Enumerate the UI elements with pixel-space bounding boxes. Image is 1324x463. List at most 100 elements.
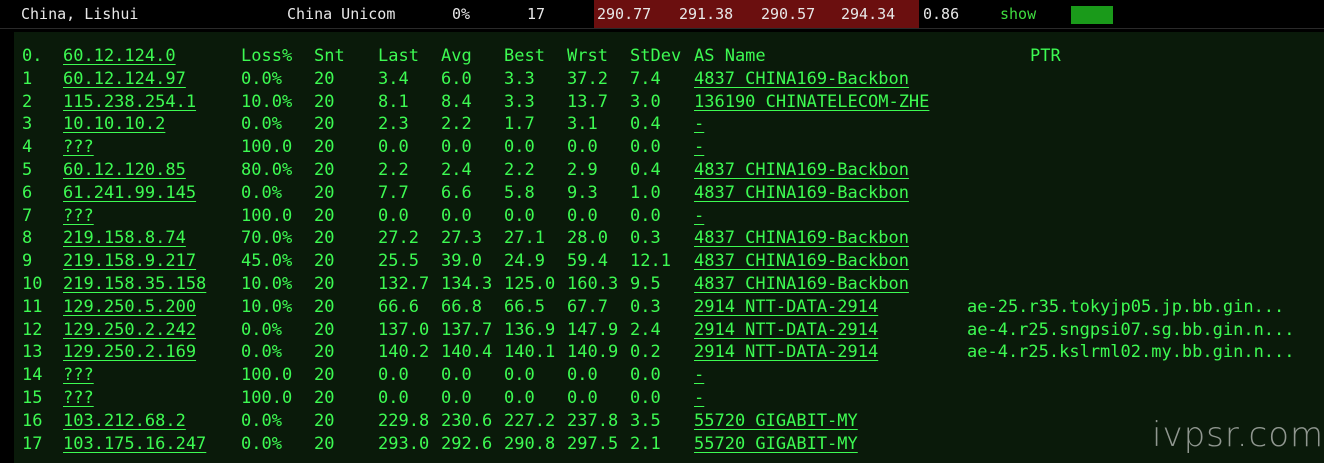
row-7-as[interactable]: - <box>694 206 704 226</box>
row-12-snt: 20 <box>314 319 335 340</box>
header-last: Last <box>378 46 419 66</box>
row-6-snt: 20 <box>314 182 335 203</box>
row-1-host[interactable]: 60.12.124.97 <box>63 69 186 89</box>
row-14-idx: 14 <box>22 365 43 386</box>
row-2-host[interactable]: 115.238.254.1 <box>63 92 196 112</box>
row-12-loss: 0.0% <box>241 319 282 340</box>
row-2-snt: 20 <box>314 91 335 112</box>
row-6-wrst: 9.3 <box>567 182 598 203</box>
row-3-stdev: 0.4 <box>630 114 661 135</box>
row-10-host[interactable]: 219.158.35.158 <box>63 274 206 294</box>
header-as: AS Name <box>694 46 766 66</box>
row-11-as[interactable]: 2914 NTT-DATA-2914 <box>694 297 878 317</box>
isp-label: China Unicom <box>287 5 396 23</box>
row-12-host[interactable]: 129.250.2.242 <box>63 320 196 340</box>
row-10-stdev: 9.5 <box>630 274 661 294</box>
row-8-stdev: 0.3 <box>630 228 661 249</box>
row-5-loss: 80.0% <box>241 160 293 180</box>
row-16-as[interactable]: 55720 GIGABIT-MY <box>694 411 858 431</box>
row-3-as[interactable]: - <box>694 114 704 134</box>
row-7-avg: 0.0 <box>441 205 472 226</box>
row-9-snt: 20 <box>314 251 335 272</box>
summary-bar: China, Lishui China Unicom 0% 17 290.77 … <box>0 0 1324 29</box>
row-2-last: 8.1 <box>378 91 409 112</box>
row-14-as[interactable]: - <box>694 365 704 385</box>
row-4-host[interactable]: ??? <box>63 137 94 157</box>
row-8-host[interactable]: 219.158.8.74 <box>63 228 186 248</box>
row-16-loss: 0.0% <box>241 410 282 431</box>
row-4-idx: 4 <box>22 137 33 158</box>
row-1-as[interactable]: 4837 CHINA169-Backbon <box>694 69 909 89</box>
row-4-snt: 20 <box>314 137 335 158</box>
row-13-host[interactable]: 129.250.2.169 <box>63 342 196 362</box>
row-5-as[interactable]: 4837 CHINA169-Backbon <box>694 160 909 180</box>
row-17-stdev: 2.1 <box>630 433 661 454</box>
mtr-results-panel: 0. 60.12.124.0 Loss% Snt Last Avg Best Wrst StDe… <box>14 32 1324 463</box>
show-link[interactable]: show <box>1000 5 1036 23</box>
row-8-as[interactable]: 4837 CHINA169-Backbon <box>694 228 909 248</box>
row-4-best: 0.0 <box>504 137 535 158</box>
row-2-as[interactable]: 136190 CHINATELECOM-ZHE <box>694 92 929 112</box>
row-6-avg: 6.6 <box>441 182 472 203</box>
row-12-best: 136.9 <box>504 319 556 340</box>
row-11-host[interactable]: 129.250.5.200 <box>63 297 196 317</box>
row-7-loss: 100.0 <box>241 205 293 226</box>
row-2-best: 3.3 <box>504 91 535 112</box>
row-16-last: 229.8 <box>378 410 430 431</box>
row-6-host[interactable]: 61.241.99.145 <box>63 183 196 203</box>
row-7-idx: 7 <box>22 205 33 226</box>
row-4-as[interactable]: - <box>694 137 704 157</box>
row-3-best: 1.7 <box>504 114 535 135</box>
row-11-last: 66.6 <box>378 296 419 317</box>
row-5-host[interactable]: 60.12.120.85 <box>63 160 186 180</box>
row-17-loss: 0.0% <box>241 433 282 454</box>
row-7-snt: 20 <box>314 205 335 226</box>
row-4-wrst: 0.0 <box>567 137 598 158</box>
row-9-as[interactable]: 4837 CHINA169-Backbon <box>694 251 909 271</box>
row-7-last: 0.0 <box>378 205 409 226</box>
row-15-host[interactable]: ??? <box>63 388 94 408</box>
row-14-host[interactable]: ??? <box>63 365 94 385</box>
header-avg: Avg <box>441 46 472 66</box>
row-15-loss: 100.0 <box>241 388 293 408</box>
header-host[interactable]: 60.12.124.0 <box>63 46 176 66</box>
row-6-idx: 6 <box>22 182 33 203</box>
row-10-avg: 134.3 <box>441 274 493 294</box>
row-14-last: 0.0 <box>378 365 409 386</box>
row-8-last: 27.2 <box>378 228 419 249</box>
row-10-loss: 10.0% <box>241 274 293 294</box>
row-9-host[interactable]: 219.158.9.217 <box>63 251 196 271</box>
row-15-as[interactable]: - <box>694 388 704 408</box>
row-8-idx: 8 <box>22 228 33 249</box>
row-5-best: 2.2 <box>504 160 535 180</box>
header-snt: Snt <box>314 46 345 66</box>
row-3-host[interactable]: 10.10.10.2 <box>63 114 165 134</box>
row-17-snt: 20 <box>314 433 335 454</box>
row-9-wrst: 59.4 <box>567 251 608 272</box>
row-11-best: 66.5 <box>504 296 545 317</box>
row-12-stdev: 2.4 <box>630 319 661 340</box>
row-13-as[interactable]: 2914 NTT-DATA-2914 <box>694 342 878 362</box>
row-5-wrst: 2.9 <box>567 160 598 180</box>
row-6-last: 7.7 <box>378 182 409 203</box>
row-10-as[interactable]: 4837 CHINA169-Backbon <box>694 274 909 294</box>
row-7-host[interactable]: ??? <box>63 206 94 226</box>
row-17-host[interactable]: 103.175.16.247 <box>63 434 206 454</box>
header-best: Best <box>504 46 545 66</box>
row-13-ptr: ae-4.r25.kslrml02.my.bb.gin.n... <box>967 342 1295 363</box>
row-6-as[interactable]: 4837 CHINA169-Backbon <box>694 183 909 203</box>
row-4-avg: 0.0 <box>441 137 472 158</box>
row-16-host[interactable]: 103.212.68.2 <box>63 411 186 431</box>
row-8-wrst: 28.0 <box>567 228 608 249</box>
stdev-summary: 0.86 <box>923 5 960 23</box>
row-17-as[interactable]: 55720 GIGABIT-MY <box>694 434 858 454</box>
row-8-loss: 70.0% <box>241 228 293 249</box>
row-12-as[interactable]: 2914 NTT-DATA-2914 <box>694 320 878 340</box>
show-toggle-bar[interactable] <box>1071 6 1113 24</box>
row-11-snt: 20 <box>314 296 335 317</box>
row-5-snt: 20 <box>314 160 335 180</box>
row-9-loss: 45.0% <box>241 251 293 272</box>
worst-latency: 294.34 <box>841 5 896 23</box>
hop-count: 17 <box>527 5 546 23</box>
row-3-snt: 20 <box>314 114 335 135</box>
